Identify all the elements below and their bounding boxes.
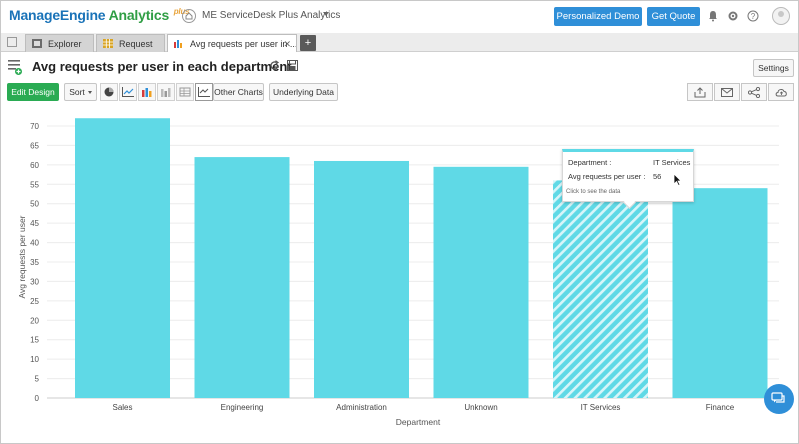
y-tick-label: 50 (30, 200, 39, 209)
app-window: ManageEngine Analytics plus ME ServiceDe… (0, 0, 799, 444)
other-charts-button[interactable]: Other Charts (213, 83, 264, 101)
y-tick-label: 40 (30, 239, 39, 248)
report-menu-icon[interactable] (8, 59, 22, 75)
x-tick-label: Engineering (221, 403, 264, 412)
mouse-cursor-icon (673, 173, 682, 186)
settings-button[interactable]: Settings (753, 59, 794, 77)
tooltip-dept-value: IT Services (653, 158, 691, 167)
sort-button[interactable]: Sort (64, 83, 97, 101)
tab-list-icon[interactable] (7, 37, 17, 47)
tooltip-dept-label: Department : (568, 158, 612, 167)
tooltip-avg-label: Avg requests per user : (568, 172, 646, 181)
tab-label: Avg requests per user in ... (190, 38, 297, 49)
tab-explorer[interactable]: Explorer (25, 34, 94, 52)
chevron-down-icon[interactable] (323, 12, 329, 16)
help-icon[interactable]: ? (747, 10, 759, 22)
more-chart-type-button[interactable] (195, 83, 213, 101)
y-axis-label: Avg requests per user (17, 215, 27, 298)
mail-icon (721, 87, 733, 97)
close-icon[interactable]: ✕ (283, 39, 291, 50)
y-tick-label: 0 (35, 394, 40, 403)
share-icon (748, 86, 760, 98)
get-quote-button[interactable]: Get Quote (647, 7, 700, 26)
save-icon[interactable] (287, 60, 298, 71)
x-tick-label: IT Services (581, 403, 621, 412)
explorer-icon (32, 39, 42, 48)
bar-chart-icon (174, 40, 182, 48)
edit-design-button[interactable]: Edit Design (7, 83, 59, 101)
export-button[interactable] (687, 83, 713, 101)
x-tick-label: Finance (706, 403, 735, 412)
avatar[interactable] (772, 7, 790, 25)
underlying-data-button[interactable]: Underlying Data (269, 83, 338, 101)
y-tick-label: 25 (30, 297, 39, 306)
y-tick-label: 45 (30, 219, 39, 228)
y-tick-label: 20 (30, 316, 39, 325)
gear-icon[interactable] (727, 10, 739, 22)
pie-chart-type-button[interactable] (100, 83, 118, 101)
tab-label: Explorer (48, 38, 82, 49)
bar[interactable] (433, 166, 529, 398)
chat-icon (771, 392, 785, 403)
cloud-upload-icon (775, 89, 787, 97)
y-tick-label: 5 (35, 375, 40, 384)
tab-label: Request (119, 38, 153, 49)
top-header: ManageEngine Analytics plus ME ServiceDe… (1, 1, 798, 33)
home-icon[interactable] (182, 9, 196, 23)
tooltip-avg-value: 56 (653, 172, 662, 181)
y-tick-label: 10 (30, 355, 39, 364)
workspace-name[interactable]: ME ServiceDesk Plus Analytics (202, 10, 340, 21)
tab-avg-requests[interactable]: Avg requests per user in ... ✕ (167, 34, 297, 52)
logo-product: Analytics (108, 7, 170, 23)
svg-text:?: ? (751, 12, 756, 21)
bar[interactable] (314, 160, 409, 398)
logo[interactable]: ManageEngine Analytics plus (9, 7, 190, 23)
line-chart-type-button[interactable] (119, 83, 137, 101)
y-tick-label: 65 (30, 141, 39, 150)
x-tick-label: Unknown (464, 403, 497, 412)
add-tab-icon[interactable]: + (300, 35, 316, 51)
table-chart-icon (179, 87, 191, 97)
stacked-bar-type-button[interactable] (157, 83, 175, 101)
stacked-bar-icon (161, 88, 171, 97)
bar[interactable] (75, 118, 170, 398)
y-tick-label: 35 (30, 258, 39, 267)
tooltip-hint: Click to see the data (566, 189, 621, 195)
y-tick-label: 70 (30, 122, 39, 131)
export-icon (694, 86, 706, 97)
share-button[interactable] (741, 83, 767, 101)
email-button[interactable] (714, 83, 740, 101)
y-tick-label: 30 (30, 277, 39, 286)
y-tick-label: 60 (30, 161, 39, 170)
y-tick-label: 15 (30, 336, 39, 345)
logo-brand: ManageEngine (9, 7, 106, 23)
bar[interactable] (194, 157, 290, 398)
x-tick-label: Administration (336, 403, 387, 412)
area-chart-type-button[interactable] (176, 83, 194, 101)
table-icon (103, 39, 113, 48)
publish-button[interactable] (768, 83, 794, 101)
tab-request[interactable]: Request (96, 34, 165, 52)
refresh-icon[interactable] (269, 60, 280, 71)
bar-chart-icon (142, 88, 152, 97)
x-axis-label: Department (396, 417, 441, 427)
personalized-demo-button[interactable]: Personalized Demo (554, 7, 642, 26)
x-tick-label: Sales (112, 403, 132, 412)
pie-chart-icon (104, 87, 114, 97)
bar[interactable] (672, 188, 768, 398)
chevron-down-icon (87, 90, 92, 94)
y-tick-label: 55 (30, 180, 39, 189)
tab-bar: Explorer Request Avg requests per user i… (1, 33, 798, 52)
bell-icon[interactable] (707, 10, 719, 22)
line-chart-icon (122, 87, 134, 97)
bar[interactable] (553, 180, 648, 398)
chat-button[interactable] (764, 384, 794, 414)
bar-chart-type-button[interactable] (138, 83, 156, 101)
scatter-chart-icon (198, 87, 210, 97)
page-title: Avg requests per user in each department (32, 59, 292, 74)
sort-label: Sort (69, 87, 85, 97)
